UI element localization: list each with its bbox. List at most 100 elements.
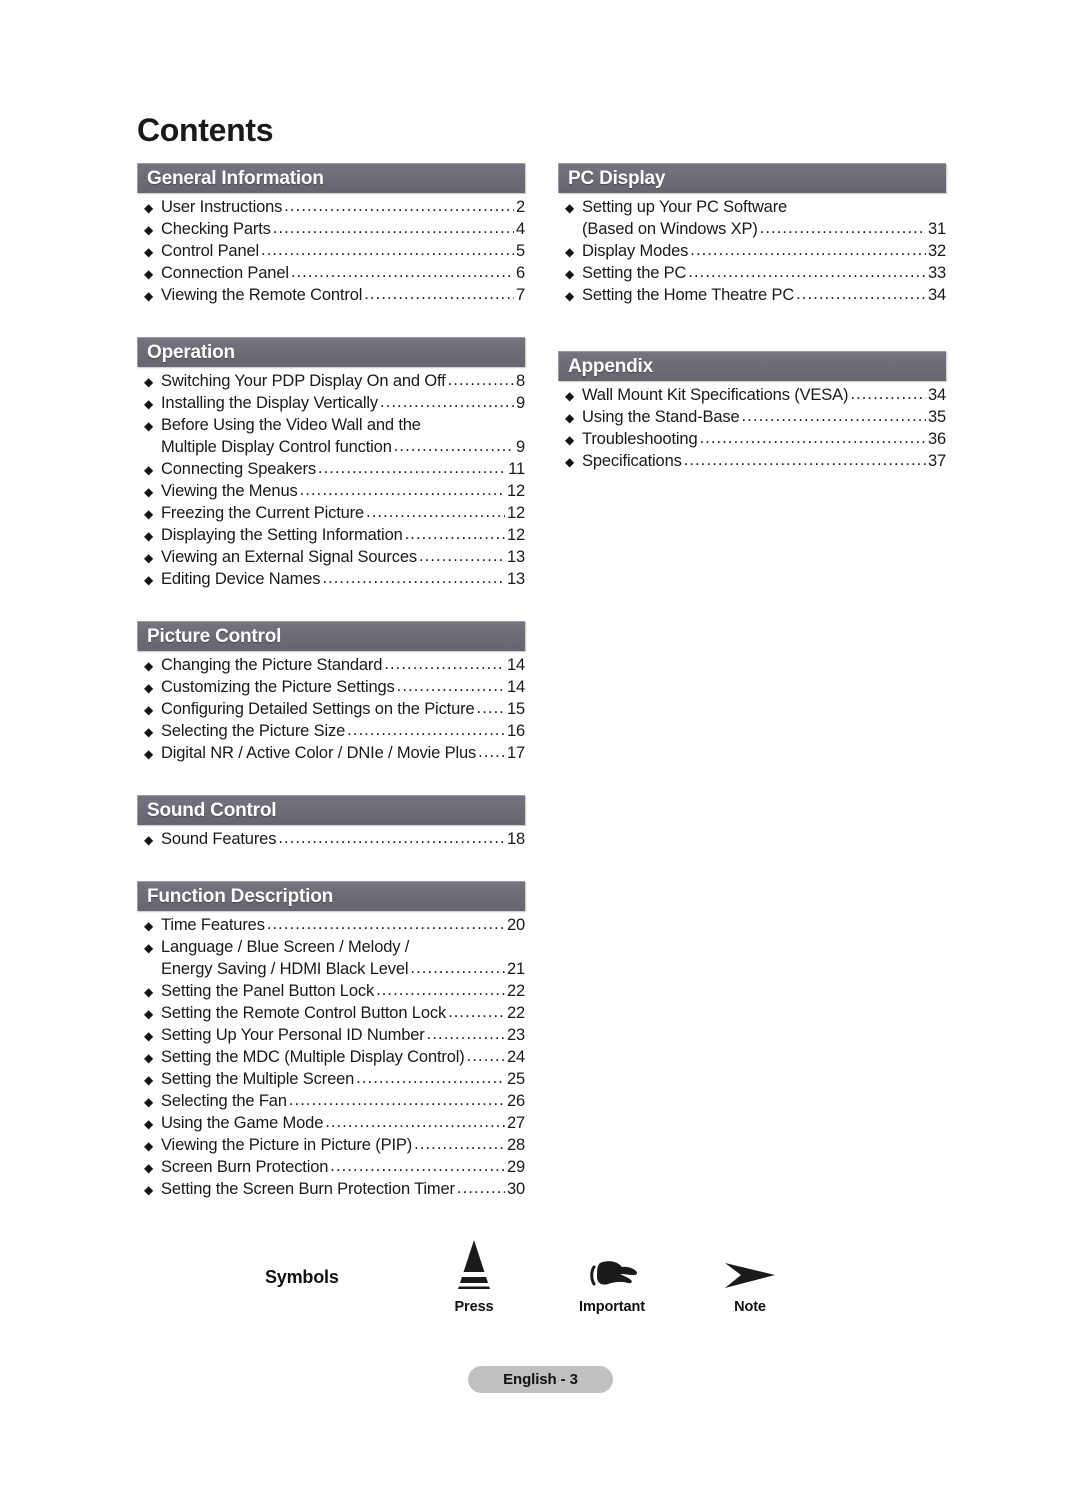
contents-section: General Information ◆ User Instructions 2 ◆ C…: [137, 163, 525, 307]
contents-section: Function Description ◆ Time Features 20 ◆ Lan…: [137, 881, 525, 1201]
dot-leader: [410, 958, 505, 979]
contents-entry[interactable]: ◆ Changing the Picture Standard 14: [137, 655, 525, 677]
page-footer-label: English - 3: [503, 1371, 578, 1388]
contents-entry[interactable]: ◆ Viewing the Remote Control 7: [137, 285, 525, 307]
dot-leader: [347, 720, 505, 741]
contents-entry[interactable]: ◆ Selecting the Picture Size 16: [137, 721, 525, 743]
contents-entry[interactable]: ◆ Displaying the Setting Information 12: [137, 525, 525, 547]
symbol-note: Note: [680, 1239, 820, 1315]
contents-entry[interactable]: ◆ Setting the Screen Burn Protection Time…: [137, 1179, 525, 1201]
contents-entry-label: Installing the Display Vertically: [161, 394, 378, 412]
contents-entry[interactable]: ◆ Viewing an External Signal Sources 13: [137, 547, 525, 569]
contents-entry[interactable]: ◆ Setting the Home Theatre PC 34: [558, 285, 946, 307]
contents-entry[interactable]: ◆ Setting the Multiple Screen 25: [137, 1069, 525, 1091]
dot-leader: [478, 742, 505, 763]
contents-entry-body: Setting the MDC (Multiple Display Contro…: [161, 1047, 525, 1068]
contents-entry-label: Using the Game Mode: [161, 1114, 324, 1132]
contents-entry[interactable]: ◆ Setting the MDC (Multiple Display Contr…: [137, 1047, 525, 1069]
contents-entry[interactable]: ◆ Digital NR / Active Color / DNIe / Movi…: [137, 743, 525, 765]
dot-leader: [278, 828, 505, 849]
contents-entry[interactable]: ◆Multiple Display Control function9: [137, 437, 525, 459]
contents-entry-body: Customizing the Picture Settings 14: [161, 677, 525, 698]
contents-entry-page-number: 12: [506, 504, 525, 522]
contents-entry[interactable]: ◆ Setting up Your PC Software31: [558, 197, 946, 219]
symbol-press: Press: [404, 1239, 544, 1315]
dot-leader: [322, 568, 505, 589]
contents-entry[interactable]: ◆ User Instructions 2: [137, 197, 525, 219]
contents-entry-list: ◆ Sound Features 18: [137, 825, 525, 851]
diamond-bullet-icon: ◆: [565, 201, 575, 215]
contents-entry-page-number: 9: [515, 394, 525, 412]
diamond-bullet-icon: ◆: [144, 985, 154, 999]
contents-entry-label: User Instructions: [161, 198, 283, 216]
contents-entry-label: Changing the Picture Standard: [161, 656, 383, 674]
contents-entry[interactable]: ◆ Wall Mount Kit Specifications (VESA) 34: [558, 385, 946, 407]
contents-entry[interactable]: ◆ Sound Features 18: [137, 829, 525, 851]
contents-entry[interactable]: ◆ Viewing the Menus 12: [137, 481, 525, 503]
contents-entry-page-number: 34: [927, 286, 946, 304]
contents-entry[interactable]: ◆ Setting the Panel Button Lock 22: [137, 981, 525, 1003]
contents-entry-page-number: 6: [515, 264, 525, 282]
diamond-bullet-icon: ◆: [144, 375, 154, 389]
contents-entry-label: Before Using the Video Wall and the: [161, 416, 421, 434]
contents-entry[interactable]: ◆ Time Features 20: [137, 915, 525, 937]
contents-entry-page-number: 28: [506, 1136, 525, 1154]
diamond-bullet-icon: ◆: [144, 289, 154, 303]
contents-entry[interactable]: ◆ Viewing the Picture in Picture (PIP) 28: [137, 1135, 525, 1157]
contents-entry[interactable]: ◆ Setting Up Your Personal ID Number 23: [137, 1025, 525, 1047]
contents-entry[interactable]: ◆ Configuring Detailed Settings on the Pi…: [137, 699, 525, 721]
symbol-important: Important: [542, 1239, 682, 1315]
contents-entry-list: ◆Setting up Your PC Software31◆(Based on…: [558, 193, 946, 307]
diamond-bullet-icon: ◆: [144, 919, 154, 933]
contents-entry[interactable]: ◆ Screen Burn Protection 29: [137, 1157, 525, 1179]
contents-entry[interactable]: ◆ Editing Device Names 13: [137, 569, 525, 591]
contents-entry[interactable]: ◆ Installing the Display Vertically 9: [137, 393, 525, 415]
contents-entry[interactable]: ◆ Using the Game Mode 27: [137, 1113, 525, 1135]
diamond-bullet-icon: ◆: [144, 507, 154, 521]
contents-entry-page-number: 4: [515, 220, 525, 238]
contents-entry[interactable]: ◆ Language / Blue Screen / Melody /21: [137, 937, 525, 959]
contents-entry-body: Setting the Multiple Screen 25: [161, 1069, 525, 1090]
contents-entry-page-number: 15: [506, 700, 525, 718]
contents-entry-label: Setting up Your PC Software: [582, 198, 788, 216]
contents-entry-body: Energy Saving / HDMI Black Level 21: [161, 959, 525, 980]
section-header-title: Function Description: [147, 886, 334, 907]
contents-entry-label: Setting the Panel Button Lock: [161, 982, 375, 1000]
dot-leader: [414, 1134, 505, 1155]
section-header-bar: Function Description: [137, 881, 525, 911]
contents-entry[interactable]: ◆ Control Panel 5: [137, 241, 525, 263]
dot-leader: [318, 458, 506, 479]
contents-entry-page-number: 29: [506, 1158, 525, 1176]
contents-entry[interactable]: ◆ Customizing the Picture Settings 14: [137, 677, 525, 699]
contents-entry[interactable]: ◆ Troubleshooting 36: [558, 429, 946, 451]
contents-entry[interactable]: ◆ Freezing the Current Picture 12: [137, 503, 525, 525]
contents-entry-label: Multiple Display Control function: [161, 438, 392, 456]
contents-entry[interactable]: ◆(Based on Windows XP) 31: [558, 219, 946, 241]
contents-entry[interactable]: ◆ Specifications 37: [558, 451, 946, 473]
diamond-bullet-icon: ◆: [144, 941, 154, 955]
contents-entry[interactable]: ◆ Checking Parts 4: [137, 219, 525, 241]
contents-entry[interactable]: ◆ Using the Stand-Base 35: [558, 407, 946, 429]
contents-entry[interactable]: ◆ Selecting the Fan 26: [137, 1091, 525, 1113]
dot-leader: [330, 1156, 505, 1177]
contents-entry[interactable]: ◆ Setting the PC 33: [558, 263, 946, 285]
contents-entry[interactable]: ◆ Display Modes 32: [558, 241, 946, 263]
section-header-title: Sound Control: [147, 800, 277, 821]
contents-page: Contents General Information ◆ User Instru…: [0, 0, 1080, 1486]
contents-entry[interactable]: ◆ Switching Your PDP Display On and Off 8: [137, 371, 525, 393]
contents-entry-page-number: 5: [515, 242, 525, 260]
contents-entry[interactable]: ◆Energy Saving / HDMI Black Level 21: [137, 959, 525, 981]
section-header-bar: General Information: [137, 163, 525, 193]
contents-entry-body: Editing Device Names 13: [161, 569, 525, 590]
dot-leader: [273, 218, 514, 239]
diamond-bullet-icon: ◆: [144, 1139, 154, 1153]
contents-entry[interactable]: ◆ Before Using the Video Wall and the9: [137, 415, 525, 437]
diamond-bullet-icon: ◆: [565, 411, 575, 425]
contents-entry[interactable]: ◆ Setting the Remote Control Button Lock 2…: [137, 1003, 525, 1025]
contents-entry[interactable]: ◆ Connection Panel 6: [137, 263, 525, 285]
contents-entry[interactable]: ◆ Connecting Speakers 11: [137, 459, 525, 481]
dot-leader: [419, 546, 505, 567]
